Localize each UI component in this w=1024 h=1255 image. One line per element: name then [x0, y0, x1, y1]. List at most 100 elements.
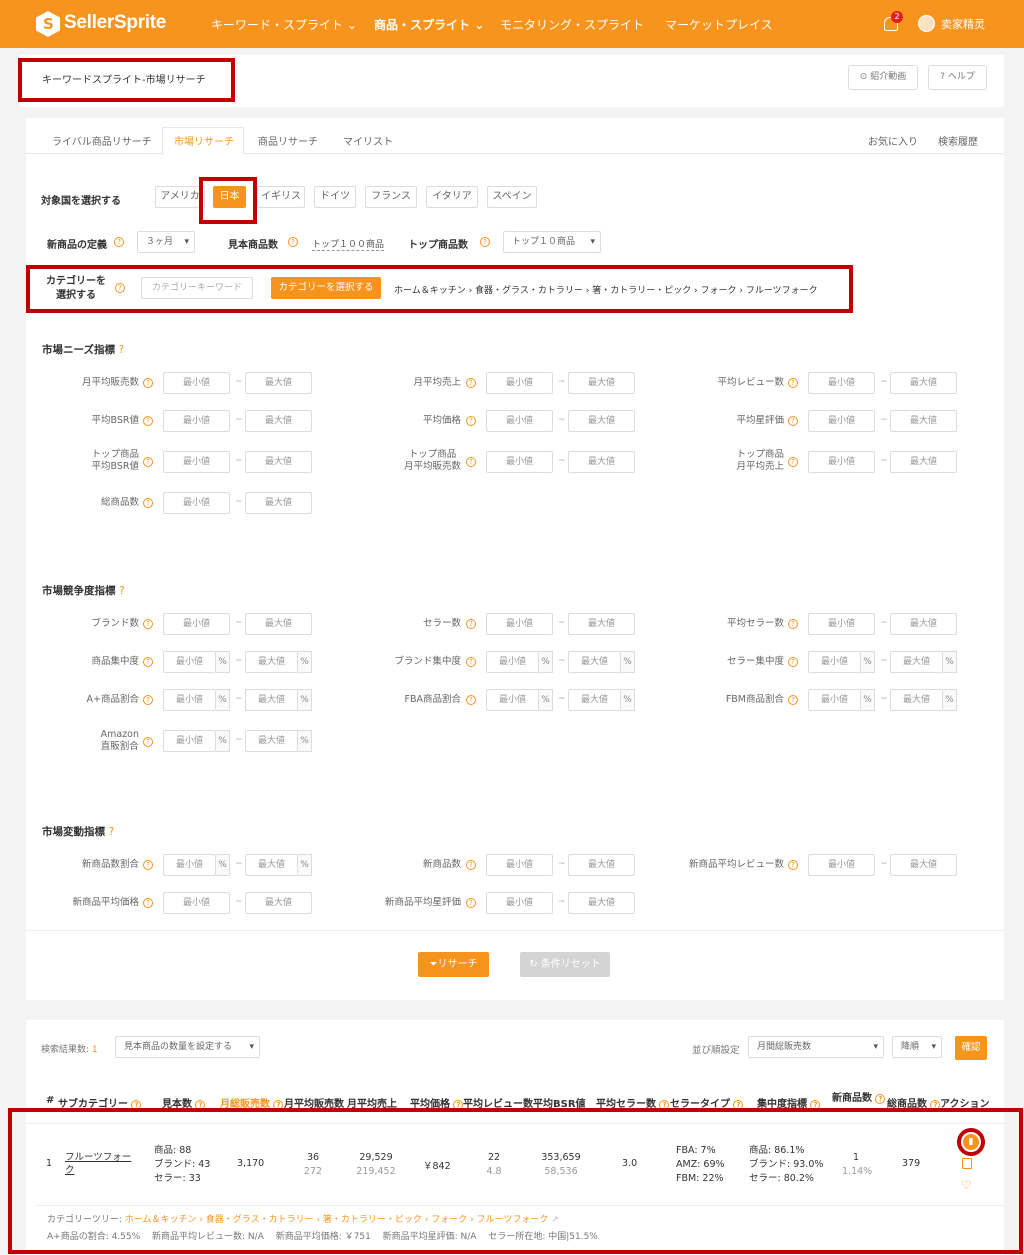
help-icon[interactable]: ?: [143, 619, 153, 629]
max-input[interactable]: 最大値: [890, 451, 957, 473]
tab-market-research[interactable]: 市場リサーチ: [174, 133, 234, 148]
max-input[interactable]: 最大値: [568, 451, 635, 473]
min-input[interactable]: 最小値: [808, 689, 861, 711]
max-input[interactable]: 最大値: [890, 410, 957, 432]
nav-monitoring-sprite[interactable]: モニタリング・スプライト: [500, 16, 644, 33]
min-input[interactable]: 最小値: [163, 689, 216, 711]
max-input[interactable]: 最大値: [568, 854, 635, 876]
min-input[interactable]: 最小値: [808, 854, 875, 876]
help-icon[interactable]: ?: [143, 898, 153, 908]
min-input[interactable]: 最小値: [163, 730, 216, 752]
max-input[interactable]: 最大値: [568, 689, 621, 711]
min-input[interactable]: 最小値: [808, 410, 875, 432]
nav-marketplace[interactable]: マーケットプレイス: [665, 16, 773, 33]
max-input[interactable]: 最大値: [245, 613, 312, 635]
min-input[interactable]: 最小値: [163, 451, 230, 473]
help-icon[interactable]: ?: [114, 237, 124, 247]
tab-rival-research[interactable]: ライバル商品リサーチ: [52, 133, 152, 148]
min-input[interactable]: 最小値: [163, 854, 216, 876]
min-input[interactable]: 最小値: [163, 492, 230, 514]
help-icon[interactable]: ?: [143, 695, 153, 705]
avatar[interactable]: [918, 15, 935, 32]
max-input[interactable]: 最大値: [568, 613, 635, 635]
min-input[interactable]: 最小値: [486, 372, 553, 394]
max-input[interactable]: 最大値: [245, 689, 298, 711]
help-icon[interactable]: ?: [288, 237, 298, 247]
nav-keyword-sprite[interactable]: キーワード・スプライト ⌄: [211, 16, 357, 33]
tab-history[interactable]: 検索履歴: [938, 133, 978, 148]
video-button[interactable]: ⊙ 紹介動画: [848, 65, 918, 90]
min-input[interactable]: 最小値: [486, 854, 553, 876]
help-icon[interactable]: ?: [788, 695, 798, 705]
help-icon[interactable]: ?: [466, 898, 476, 908]
brand-name[interactable]: SellerSprite: [64, 12, 166, 34]
help-icon[interactable]: ?: [480, 237, 490, 247]
sample-count-select[interactable]: 見本商品の数量を設定する: [115, 1036, 260, 1058]
max-input[interactable]: 最大値: [245, 854, 298, 876]
min-input[interactable]: 最小値: [163, 613, 230, 635]
top-select[interactable]: トップ１０商品: [503, 231, 601, 253]
search-button[interactable]: ⏷リサーチ: [418, 952, 489, 977]
min-input[interactable]: 最小値: [486, 892, 553, 914]
help-icon[interactable]: ?: [143, 457, 153, 467]
help-icon[interactable]: ?: [466, 378, 476, 388]
help-button[interactable]: ? ヘルプ: [928, 65, 987, 90]
logo-icon[interactable]: S: [36, 11, 60, 37]
max-input[interactable]: 最大値: [245, 892, 312, 914]
help-icon[interactable]: ?: [466, 695, 476, 705]
help-icon[interactable]: ?: [466, 860, 476, 870]
max-input[interactable]: 最大値: [245, 492, 312, 514]
help-icon[interactable]: ?: [143, 737, 153, 747]
min-input[interactable]: 最小値: [486, 451, 553, 473]
country-es[interactable]: スペイン: [487, 186, 537, 208]
help-icon[interactable]: ?: [143, 860, 153, 870]
help-icon[interactable]: ?: [466, 416, 476, 426]
max-input[interactable]: 最大値: [568, 892, 635, 914]
max-input[interactable]: 最大値: [568, 410, 635, 432]
min-input[interactable]: 最小値: [486, 613, 553, 635]
help-icon[interactable]: ?: [143, 416, 153, 426]
max-input[interactable]: 最大値: [245, 451, 312, 473]
sort-select[interactable]: 月間総販売数: [748, 1036, 884, 1058]
help-icon[interactable]: ?: [466, 619, 476, 629]
min-input[interactable]: 最小値: [486, 689, 539, 711]
min-input[interactable]: 最小値: [163, 372, 230, 394]
country-us[interactable]: アメリカ: [155, 186, 205, 208]
min-input[interactable]: 最小値: [808, 651, 861, 673]
tab-favorites[interactable]: お気に入り: [868, 133, 918, 148]
min-input[interactable]: 最小値: [486, 651, 539, 673]
max-input[interactable]: 最大値: [890, 854, 957, 876]
max-input[interactable]: 最大値: [890, 372, 957, 394]
country-fr[interactable]: フランス: [365, 186, 417, 208]
col-new-products[interactable]: 新商品数 ?: [832, 1089, 886, 1104]
help-icon[interactable]: ?: [788, 378, 798, 388]
help-icon[interactable]: ?: [788, 657, 798, 667]
min-input[interactable]: 最小値: [808, 451, 875, 473]
max-input[interactable]: 最大値: [245, 372, 312, 394]
min-input[interactable]: 最小値: [163, 410, 230, 432]
max-input[interactable]: 最大値: [568, 372, 635, 394]
confirm-button[interactable]: 確認: [955, 1036, 987, 1060]
min-input[interactable]: 最小値: [163, 651, 216, 673]
help-icon[interactable]: ?: [143, 657, 153, 667]
help-icon[interactable]: ?: [143, 378, 153, 388]
min-input[interactable]: 最小値: [808, 613, 875, 635]
min-input[interactable]: 最小値: [486, 410, 553, 432]
help-icon[interactable]: ?: [466, 657, 476, 667]
user-name[interactable]: 卖家精灵: [941, 16, 985, 32]
max-input[interactable]: 最大値: [890, 651, 943, 673]
help-icon[interactable]: ?: [143, 498, 153, 508]
help-icon[interactable]: ?: [466, 457, 476, 467]
tab-product-research[interactable]: 商品リサーチ: [258, 133, 318, 148]
new-def-select[interactable]: ３ヶ月: [137, 231, 195, 253]
country-de[interactable]: ドイツ: [314, 186, 356, 208]
max-input[interactable]: 最大値: [245, 651, 298, 673]
max-input[interactable]: 最大値: [890, 613, 957, 635]
order-select[interactable]: 降順: [892, 1036, 942, 1058]
min-input[interactable]: 最小値: [163, 892, 230, 914]
max-input[interactable]: 最大値: [245, 410, 312, 432]
help-icon[interactable]: ?: [788, 457, 798, 467]
country-uk[interactable]: イギリス: [257, 186, 305, 208]
tab-my-list[interactable]: マイリスト: [343, 133, 393, 148]
help-icon[interactable]: ?: [788, 860, 798, 870]
